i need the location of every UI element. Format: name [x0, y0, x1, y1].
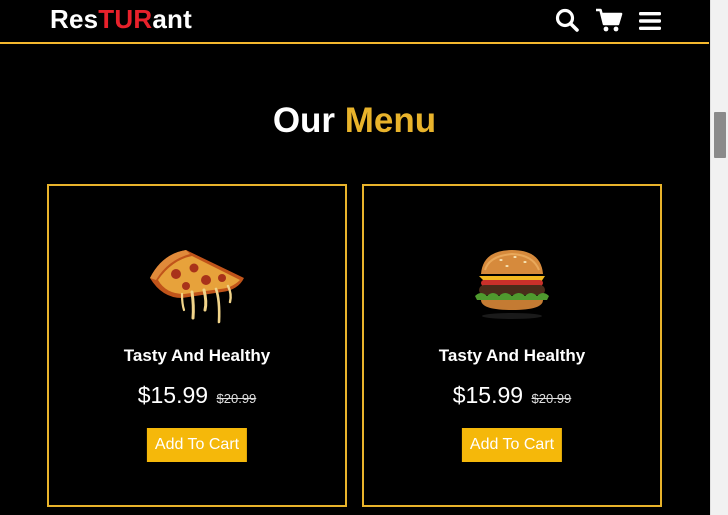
section-title-part-2: Menu — [344, 101, 437, 140]
add-to-cart-button[interactable]: Add To Cart — [146, 428, 248, 462]
section-title-part-1: Our — [272, 101, 336, 140]
item-name: Tasty And Healthy — [123, 346, 271, 365]
old-price: $20.99 — [531, 391, 572, 406]
section-title: Our Menu — [0, 101, 709, 141]
logo-part-2: TUR — [98, 4, 153, 34]
logo-part-3: ant — [152, 4, 192, 34]
price-row: $15.99 $20.99 — [49, 382, 345, 409]
cart-icon[interactable] — [595, 7, 623, 33]
price: $15.99 — [137, 382, 209, 408]
burger-image — [475, 250, 549, 319]
pizza-slice-image — [150, 250, 244, 324]
price: $15.99 — [452, 382, 524, 408]
logo[interactable]: ResTURant — [50, 4, 192, 35]
logo-part-1: Res — [50, 4, 99, 34]
search-icon[interactable] — [554, 7, 580, 33]
add-to-cart-button[interactable]: Add To Cart — [461, 428, 563, 462]
menu-card: Tasty And Healthy $15.99 $20.99 Add To C… — [47, 184, 347, 507]
menu-icon[interactable] — [638, 8, 662, 34]
price-row: $15.99 $20.99 — [364, 382, 660, 409]
old-price: $20.99 — [216, 391, 257, 406]
header: ResTURant — [0, 0, 709, 44]
item-name: Tasty And Healthy — [438, 346, 586, 365]
scrollbar-thumb[interactable] — [714, 112, 726, 158]
menu-card: Tasty And Healthy $15.99 $20.99 Add To C… — [362, 184, 662, 507]
page: ResTURant Our Menu Tasty And Healthy $15… — [0, 0, 728, 515]
vertical-scrollbar[interactable] — [710, 0, 728, 515]
